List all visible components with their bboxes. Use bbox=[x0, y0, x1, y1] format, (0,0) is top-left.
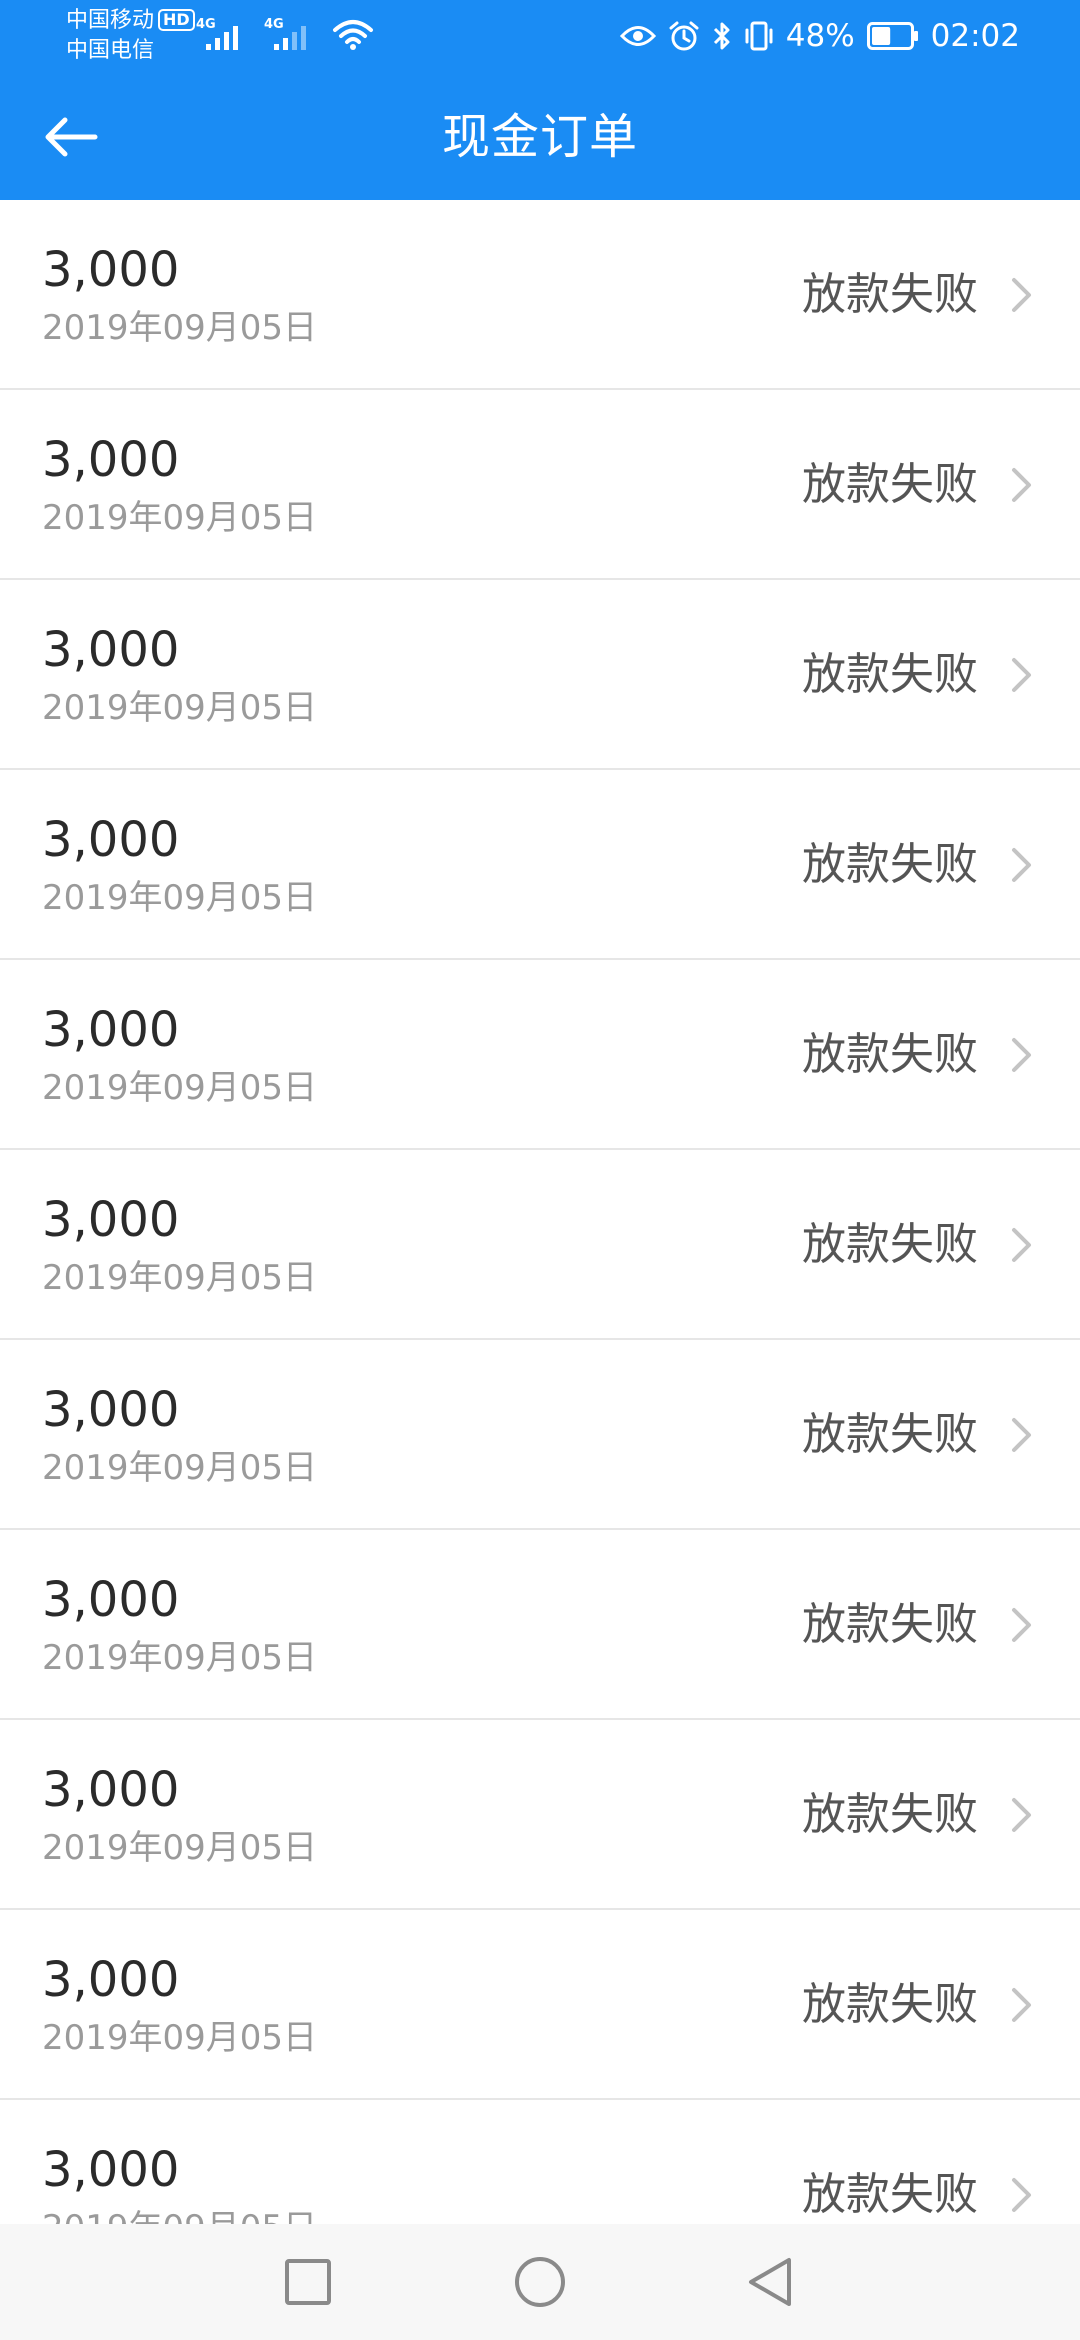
order-status: 放款失败 bbox=[802, 839, 978, 890]
cellular-signal-2-icon: 4G bbox=[264, 18, 318, 52]
order-amount: 3,000 bbox=[42, 242, 180, 298]
chevron-right-icon bbox=[1012, 468, 1031, 502]
order-amount: 3,000 bbox=[42, 1002, 180, 1058]
clock: 02:02 bbox=[930, 18, 1020, 54]
chevron-right-icon bbox=[1012, 848, 1031, 882]
chevron-right-icon bbox=[1012, 658, 1031, 692]
order-date: 2019年09月05日 bbox=[42, 2018, 318, 2058]
battery-icon bbox=[866, 22, 919, 50]
order-amount: 3,000 bbox=[42, 1192, 180, 1248]
order-list[interactable]: 3,000 2019年09月05日 放款失败 3,000 2019年09月05日… bbox=[0, 200, 1080, 2224]
order-amount: 3,000 bbox=[42, 1572, 180, 1628]
eye-icon bbox=[619, 26, 656, 46]
order-list-item[interactable]: 3,000 2019年09月05日 放款失败 bbox=[0, 200, 1080, 390]
chevron-right-icon bbox=[1012, 1228, 1031, 1262]
order-amount: 3,000 bbox=[42, 1952, 180, 2008]
alarm-icon bbox=[669, 21, 699, 51]
order-list-item[interactable]: 3,000 2019年09月05日 放款失败 bbox=[0, 1910, 1080, 2100]
order-status: 放款失败 bbox=[802, 1219, 978, 1270]
back-nav-button[interactable] bbox=[730, 2244, 810, 2320]
page-title: 现金订单 bbox=[441, 109, 638, 165]
order-status: 放款失败 bbox=[802, 459, 978, 510]
order-amount: 3,000 bbox=[42, 432, 180, 488]
order-date: 2019年09月05日 bbox=[42, 1448, 318, 1488]
order-status: 放款失败 bbox=[802, 2169, 978, 2220]
circle-icon bbox=[515, 2257, 565, 2307]
order-status: 放款失败 bbox=[802, 1409, 978, 1460]
battery-percent: 48% bbox=[785, 18, 855, 54]
order-status: 放款失败 bbox=[802, 1599, 978, 1650]
cellular-signal-1-icon: 4G bbox=[196, 18, 250, 52]
order-list-item[interactable]: 3,000 2019年09月05日 放款失败 bbox=[0, 960, 1080, 1150]
chevron-right-icon bbox=[1012, 278, 1031, 312]
order-amount: 3,000 bbox=[42, 1762, 180, 1818]
square-icon bbox=[285, 2259, 331, 2305]
system-navigation-bar bbox=[0, 2224, 1080, 2340]
order-list-item[interactable]: 3,000 2019年09月05日 放款失败 bbox=[0, 580, 1080, 770]
carrier-name-1: 中国移动 bbox=[66, 8, 155, 33]
order-status: 放款失败 bbox=[802, 1979, 978, 2030]
order-list-item[interactable]: 3,000 2019年09月05日 放款失败 bbox=[0, 1720, 1080, 1910]
wifi-icon bbox=[333, 20, 373, 50]
order-list-item[interactable]: 3,000 2019年09月05日 放款失败 bbox=[0, 1530, 1080, 1720]
carrier-name-2: 中国电信 bbox=[66, 38, 155, 63]
app-bar: 现金订单 bbox=[0, 74, 1080, 200]
order-amount: 3,000 bbox=[42, 2142, 180, 2198]
signal-indicators: 4G 4G bbox=[196, 18, 374, 52]
vibrate-icon bbox=[745, 21, 773, 51]
order-date: 2019年09月05日 bbox=[42, 2208, 317, 2224]
order-status: 放款失败 bbox=[802, 1029, 978, 1080]
order-list-item[interactable]: 3,000 2019年09月05日 放款失败 bbox=[0, 1150, 1080, 1340]
order-amount: 3,000 bbox=[42, 622, 180, 678]
order-status: 放款失败 bbox=[802, 1789, 978, 1840]
status-right-group: 48% 02:02 bbox=[619, 16, 1020, 56]
order-list-item[interactable]: 3,000 2019年09月05日 放款失败 bbox=[0, 1340, 1080, 1530]
order-list-item[interactable]: 3,000 2019年09月05日 放款失败 bbox=[0, 2100, 1080, 2224]
order-date: 2019年09月05日 bbox=[42, 1638, 318, 1678]
bluetooth-icon bbox=[713, 22, 730, 50]
recents-button[interactable] bbox=[268, 2244, 348, 2320]
order-date: 2019年09月05日 bbox=[42, 1068, 318, 1108]
order-date: 2019年09月05日 bbox=[42, 1828, 318, 1868]
order-list-item[interactable]: 3,000 2019年09月05日 放款失败 bbox=[0, 770, 1080, 960]
order-date: 2019年09月05日 bbox=[42, 688, 318, 728]
order-date: 2019年09月05日 bbox=[42, 1258, 318, 1298]
order-date: 2019年09月05日 bbox=[42, 878, 318, 918]
chevron-right-icon bbox=[1012, 1988, 1031, 2022]
chevron-right-icon bbox=[1012, 1608, 1031, 1642]
carrier-info: 中国移动 HD 中国电信 bbox=[66, 6, 195, 66]
order-list-item[interactable]: 3,000 2019年09月05日 放款失败 bbox=[0, 390, 1080, 580]
order-date: 2019年09月05日 bbox=[42, 308, 318, 348]
triangle-back-icon bbox=[749, 2258, 791, 2306]
hd-badge: HD bbox=[158, 9, 195, 31]
chevron-right-icon bbox=[1012, 1038, 1031, 1072]
order-amount: 3,000 bbox=[42, 812, 180, 868]
status-bar: 中国移动 HD 中国电信 4G 4G 48% 02:02 bbox=[0, 0, 1080, 74]
order-amount: 3,000 bbox=[42, 1382, 180, 1438]
order-status: 放款失败 bbox=[802, 649, 978, 700]
arrow-left-icon bbox=[45, 117, 98, 157]
chevron-right-icon bbox=[1012, 2178, 1031, 2212]
chevron-right-icon bbox=[1012, 1798, 1031, 1832]
chevron-right-icon bbox=[1012, 1418, 1031, 1452]
order-date: 2019年09月05日 bbox=[42, 498, 318, 538]
home-button[interactable] bbox=[500, 2244, 580, 2320]
back-button[interactable] bbox=[28, 104, 114, 170]
order-status: 放款失败 bbox=[802, 269, 978, 320]
